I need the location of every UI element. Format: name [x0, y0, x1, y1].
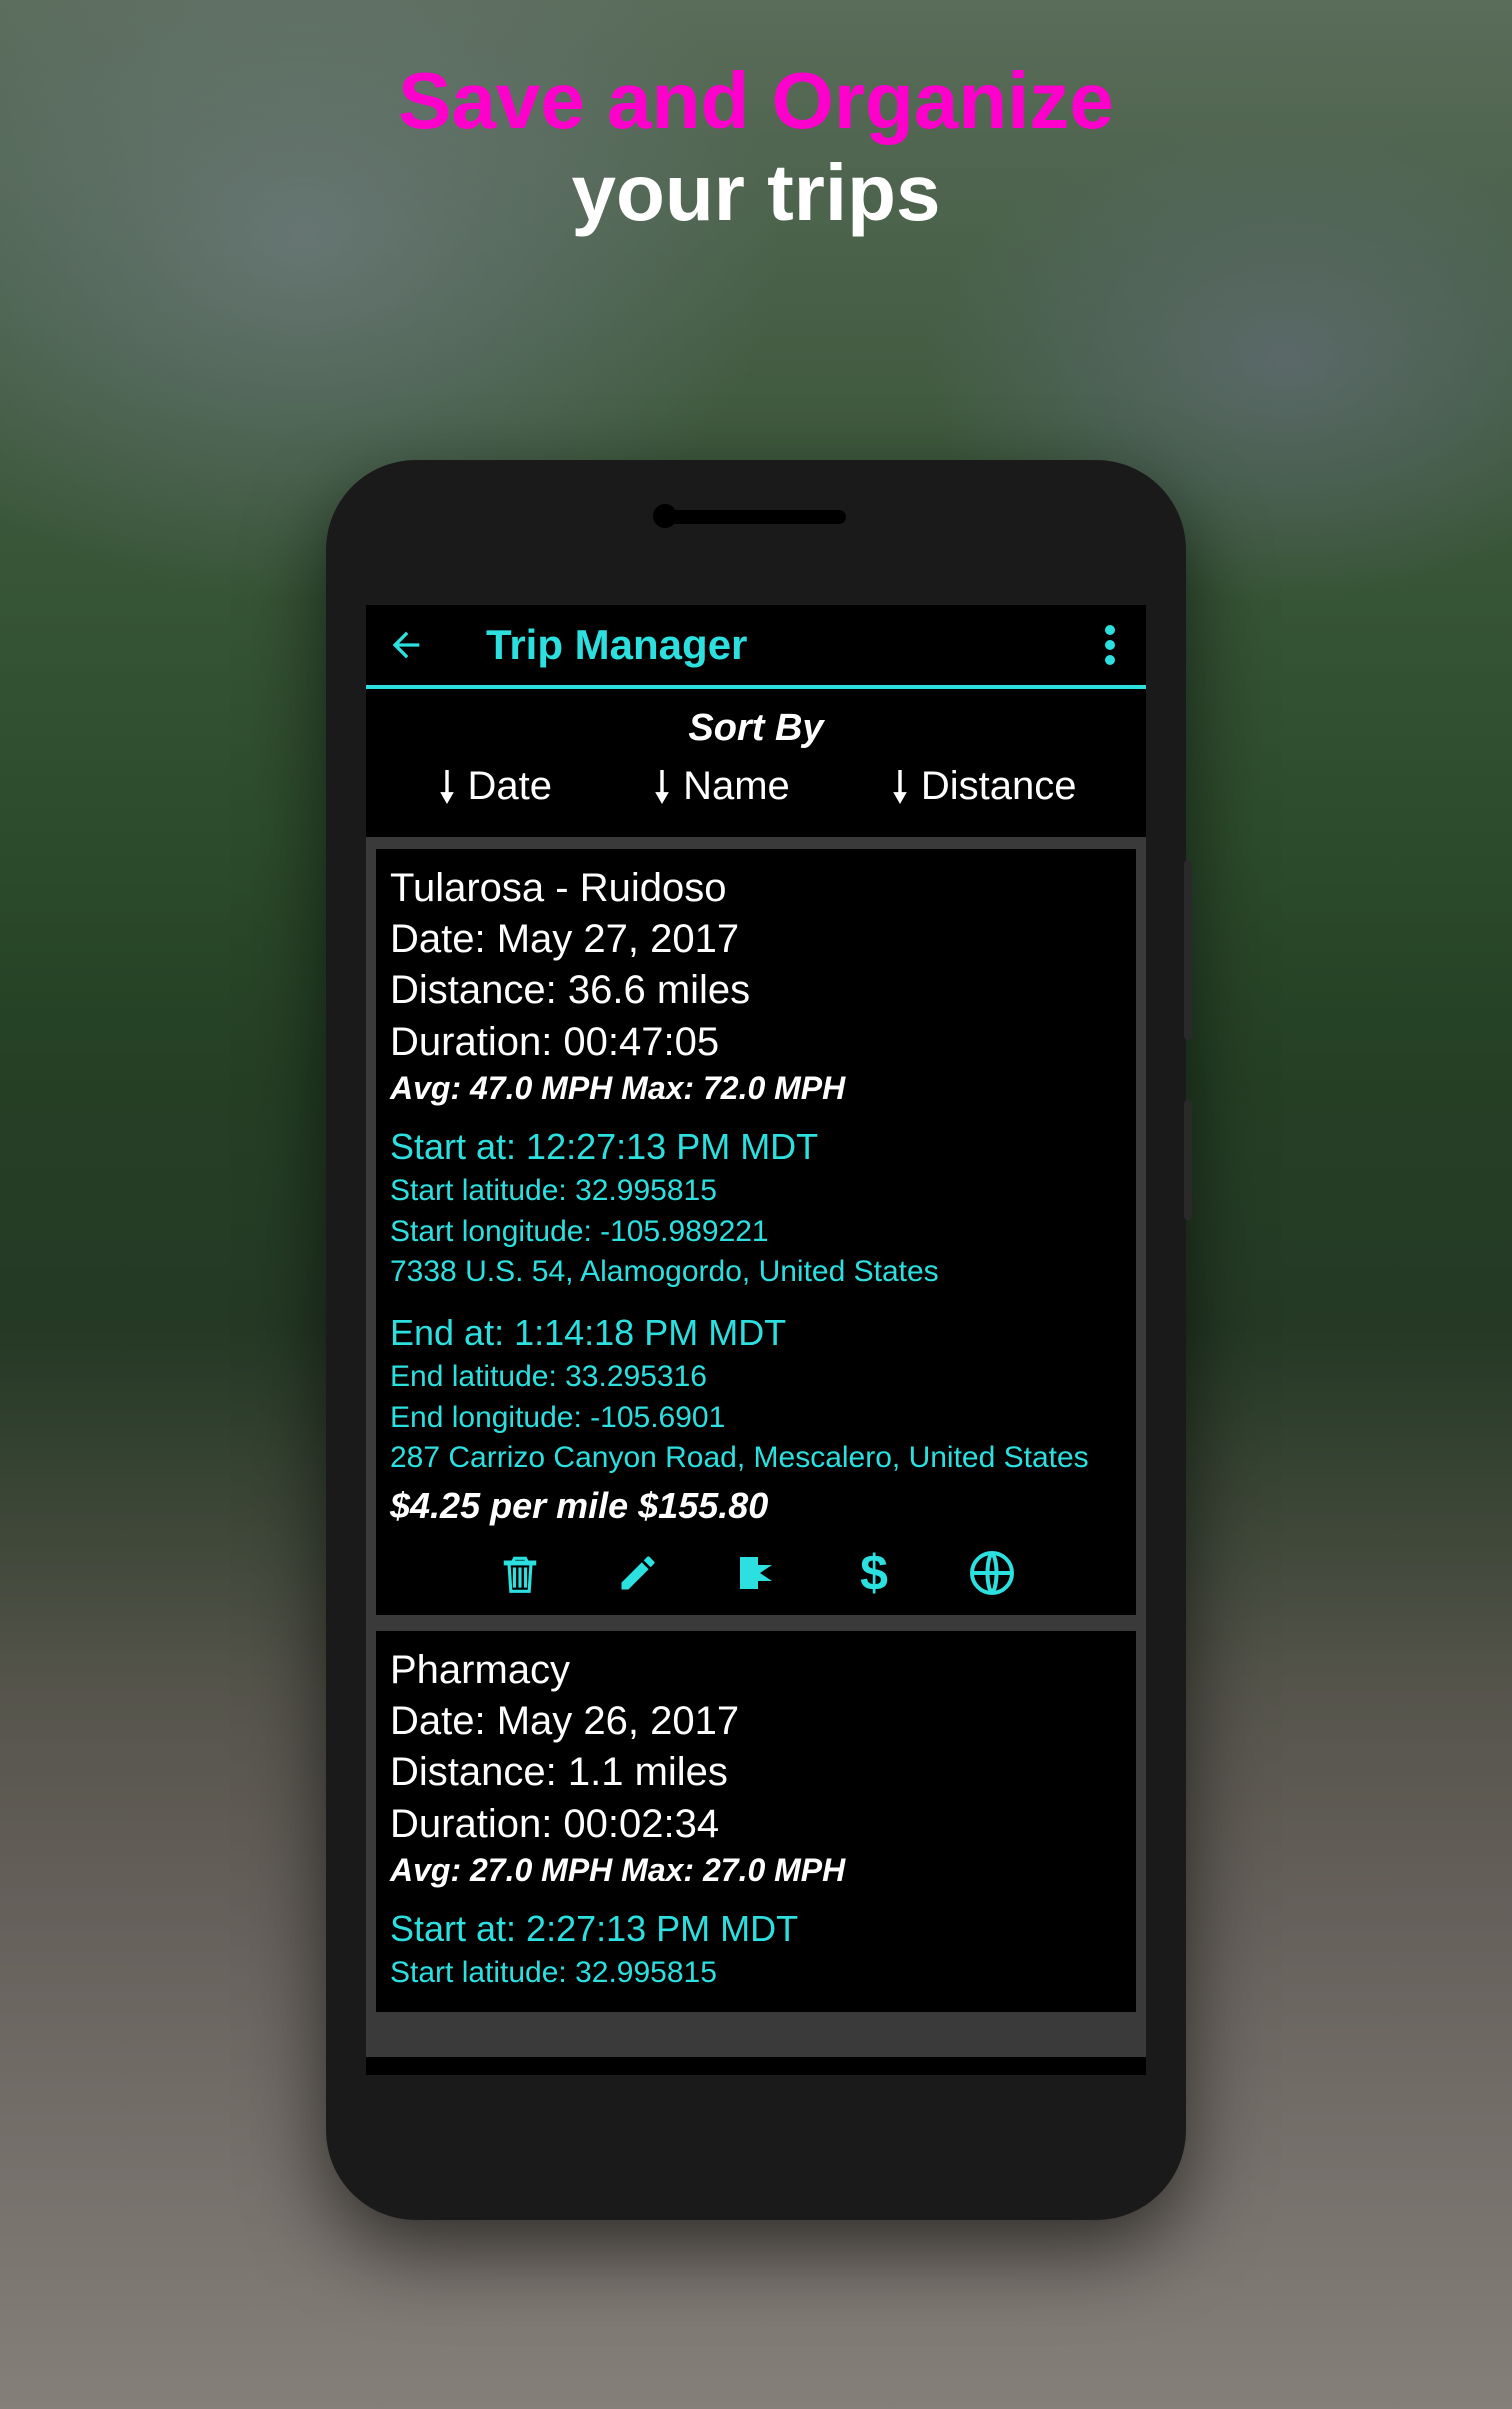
trip-end-lat: End latitude: 33.295316: [390, 1357, 1122, 1398]
back-button[interactable]: [386, 625, 426, 665]
page-title: Trip Manager: [486, 621, 1094, 669]
trash-icon: [498, 1549, 542, 1597]
sort-by-date[interactable]: Date: [436, 764, 553, 809]
sort-label: Sort By: [366, 699, 1146, 764]
trip-end-addr: 287 Carrizo Canyon Road, Mescalero, Unit…: [390, 1438, 1122, 1479]
trip-duration: Duration: 00:47:05: [390, 1017, 1122, 1068]
phone-frame: Trip Manager Sort By Date Name Distance: [326, 460, 1186, 2220]
trip-actions: $: [390, 1549, 1122, 1597]
trip-date: Date: May 27, 2017: [390, 914, 1122, 965]
trip-start-lon: Start longitude: -105.989221: [390, 1212, 1122, 1253]
arrow-down-icon: [889, 770, 911, 804]
trip-duration: Duration: 00:02:34: [390, 1799, 1122, 1850]
export-icon: [732, 1549, 780, 1597]
overflow-menu-button[interactable]: [1094, 615, 1126, 675]
cost-button[interactable]: $: [850, 1549, 898, 1597]
sort-name-label: Name: [683, 764, 790, 809]
trip-distance: Distance: 36.6 miles: [390, 965, 1122, 1016]
trip-date: Date: May 26, 2017: [390, 1696, 1122, 1747]
export-button[interactable]: [732, 1549, 780, 1597]
pencil-icon: [616, 1549, 660, 1597]
trip-distance: Distance: 1.1 miles: [390, 1747, 1122, 1798]
arrow-down-icon: [436, 770, 458, 804]
promo-line-1: Save and Organize: [0, 55, 1512, 147]
trip-start-lat: Start latitude: 32.995815: [390, 1953, 1122, 1994]
sort-by-distance[interactable]: Distance: [889, 764, 1077, 809]
app-bar: Trip Manager: [366, 605, 1146, 685]
trip-start-at: Start at: 2:27:13 PM MDT: [390, 1905, 1122, 1954]
delete-button[interactable]: [496, 1549, 544, 1597]
trip-end-at: End at: 1:14:18 PM MDT: [390, 1309, 1122, 1358]
trip-speed: Avg: 47.0 MPH Max: 72.0 MPH: [390, 1070, 1122, 1107]
sort-date-label: Date: [468, 764, 553, 809]
sort-by-name[interactable]: Name: [651, 764, 790, 809]
map-button[interactable]: [968, 1549, 1016, 1597]
trip-card[interactable]: Pharmacy Date: May 26, 2017 Distance: 1.…: [376, 1631, 1136, 2012]
trip-start-at: Start at: 12:27:13 PM MDT: [390, 1123, 1122, 1172]
trip-start-lat: Start latitude: 32.995815: [390, 1171, 1122, 1212]
divider: [366, 685, 1146, 689]
sort-row: Date Name Distance: [366, 764, 1146, 837]
globe-icon: [968, 1549, 1016, 1597]
trip-start-addr: 7338 U.S. 54, Alamogordo, United States: [390, 1252, 1122, 1293]
trip-cost: $4.25 per mile $155.80: [390, 1485, 1122, 1527]
trip-list: Tularosa - Ruidoso Date: May 27, 2017 Di…: [366, 837, 1146, 2057]
trip-speed: Avg: 27.0 MPH Max: 27.0 MPH: [390, 1852, 1122, 1889]
promo-line-2: your trips: [0, 147, 1512, 239]
trip-end-lon: End longitude: -105.6901: [390, 1398, 1122, 1439]
edit-button[interactable]: [614, 1549, 662, 1597]
promo-header: Save and Organize your trips: [0, 0, 1512, 239]
trip-name: Pharmacy: [390, 1645, 1122, 1696]
trip-name: Tularosa - Ruidoso: [390, 863, 1122, 914]
arrow-down-icon: [651, 770, 673, 804]
app-screen: Trip Manager Sort By Date Name Distance: [366, 605, 1146, 2075]
sort-distance-label: Distance: [921, 764, 1077, 809]
trip-card[interactable]: Tularosa - Ruidoso Date: May 27, 2017 Di…: [376, 849, 1136, 1615]
dollar-icon: $: [860, 1544, 888, 1602]
